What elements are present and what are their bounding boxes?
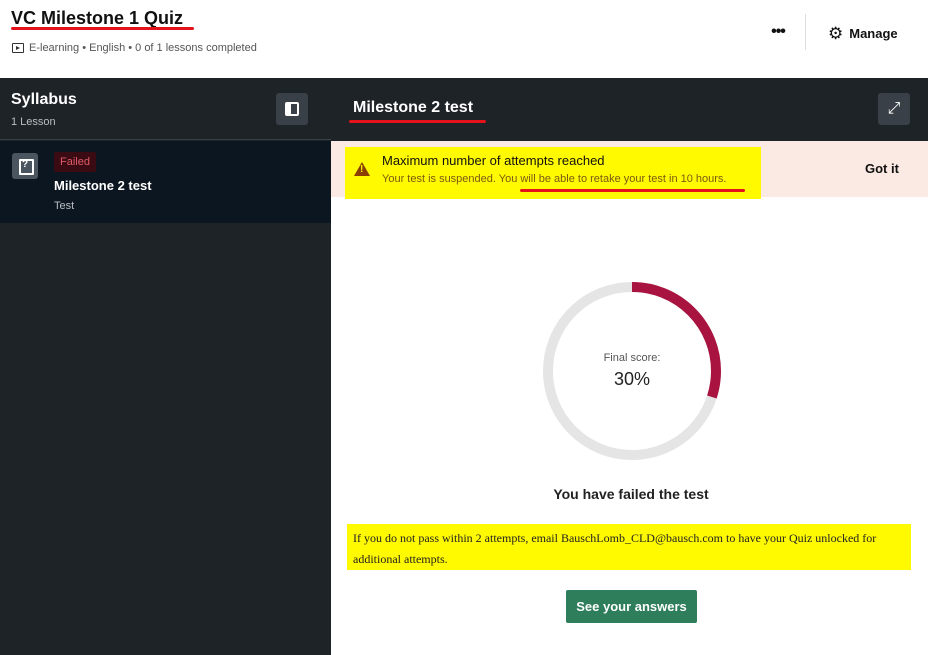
notice-highlight: Maximum number of attempts reached Your … (345, 147, 761, 199)
sidebar-collapse-icon (285, 102, 299, 116)
gear-icon: ⚙ (828, 23, 844, 43)
title-underline-annotation (11, 27, 194, 30)
attempts-notice: Maximum number of attempts reached Your … (331, 141, 928, 199)
expand-icon: ⤢ (887, 100, 901, 117)
content-header: Milestone 2 test ⤢ (331, 78, 928, 141)
collapse-sidebar-button[interactable] (276, 93, 308, 125)
course-meta: E-learning • English • 0 of 1 lessons co… (12, 42, 257, 54)
lesson-title: Milestone 2 test (54, 178, 152, 193)
elearning-play-icon (12, 43, 24, 53)
sidebar-header: Syllabus 1 Lesson (0, 78, 331, 140)
lesson-type: Test (54, 200, 75, 212)
manage-button[interactable]: ⚙ Manage (828, 22, 898, 44)
sidebar-lesson-item[interactable]: Failed Milestone 2 test Test (0, 141, 331, 223)
course-header: VC Milestone 1 Quiz E-learning • English… (0, 0, 928, 78)
notice-title: Maximum number of attempts reached (382, 153, 605, 168)
page-title: Milestone 2 test (353, 99, 474, 116)
got-it-button[interactable]: Got it (865, 161, 899, 176)
manage-label: Manage (849, 25, 898, 41)
see-answers-button[interactable]: See your answers (566, 590, 697, 623)
score-value: 30% (613, 369, 651, 389)
page-title-underline-annotation (349, 120, 486, 123)
quiz-icon (12, 153, 38, 179)
notice-text: Your test is suspended. You will be able… (382, 173, 727, 185)
warning-icon (354, 162, 370, 176)
sidebar-lesson-count: 1 Lesson (11, 116, 56, 128)
more-options-button[interactable]: ••• (768, 22, 788, 42)
status-badge: Failed (54, 152, 96, 172)
score-label: Final score: (603, 352, 661, 364)
result-text: You have failed the test (553, 486, 709, 502)
expand-button[interactable]: ⤢ (878, 93, 910, 125)
course-title: VC Milestone 1 Quiz (11, 8, 184, 28)
syllabus-sidebar: Syllabus 1 Lesson Failed Milestone 2 tes… (0, 78, 331, 655)
header-divider (805, 14, 806, 50)
notice-underline-annotation (520, 189, 745, 192)
course-meta-text: E-learning • English • 0 of 1 lessons co… (29, 42, 257, 54)
sidebar-title: Syllabus (11, 91, 77, 108)
unlock-instructions: If you do not pass within 2 attempts, em… (347, 524, 911, 570)
